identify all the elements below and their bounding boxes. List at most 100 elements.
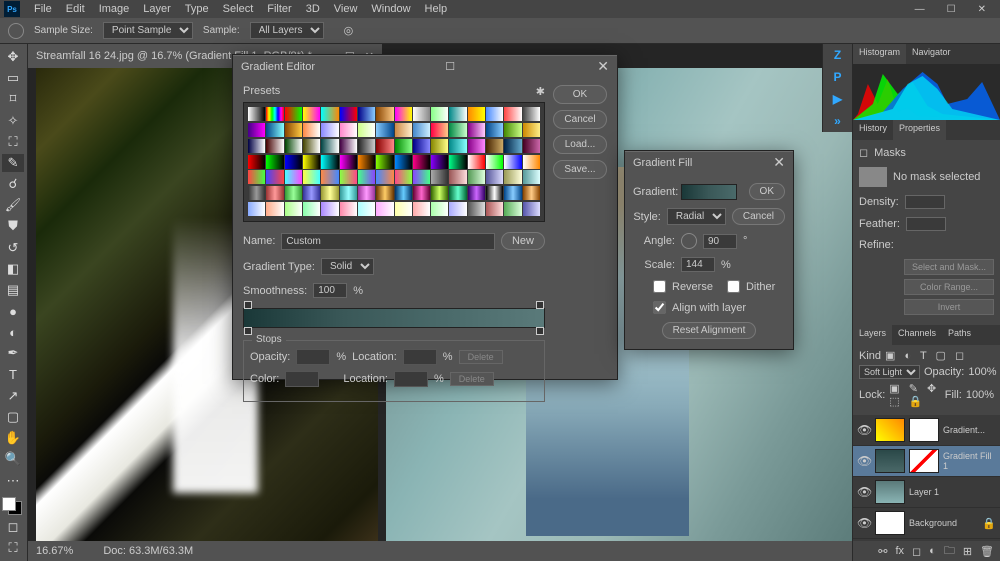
angle-input[interactable] <box>703 234 737 249</box>
reverse-checkbox[interactable] <box>653 280 666 293</box>
preset-swatch[interactable] <box>431 139 448 153</box>
preset-swatch[interactable] <box>285 186 302 200</box>
preset-swatch[interactable] <box>504 202 521 216</box>
visibility-icon[interactable]: 👁 <box>857 423 871 437</box>
tab-properties[interactable]: Properties <box>893 120 946 140</box>
invert-button[interactable]: Invert <box>904 299 994 315</box>
preset-swatch[interactable] <box>358 202 375 216</box>
stop-location-input2[interactable] <box>394 371 428 387</box>
fill-value[interactable]: 100% <box>966 389 994 401</box>
preset-swatch[interactable] <box>468 123 485 137</box>
preset-swatch[interactable] <box>321 155 338 169</box>
preset-swatch[interactable] <box>504 170 521 184</box>
opacity-stop[interactable] <box>536 301 544 309</box>
lock-icons[interactable]: ▣ ✎ ✥ ⬚ 🔒 <box>889 382 940 408</box>
delete-opacity-stop-button[interactable]: Delete <box>459 350 503 364</box>
scale-input[interactable] <box>681 257 715 272</box>
angle-dial-icon[interactable] <box>681 233 697 249</box>
preset-swatch[interactable] <box>523 107 540 121</box>
blur-tool[interactable]: ● <box>2 302 24 320</box>
window-restore-icon[interactable]: ☐ <box>445 60 455 73</box>
close-icon[interactable]: ✕ <box>972 2 992 17</box>
cancel-button[interactable]: Cancel <box>553 110 607 129</box>
layer-name[interactable]: Layer 1 <box>909 487 996 497</box>
preset-swatch[interactable] <box>248 123 265 137</box>
preset-swatch[interactable] <box>376 123 393 137</box>
density-field[interactable] <box>905 195 945 209</box>
preset-swatch[interactable] <box>376 170 393 184</box>
preset-swatch[interactable] <box>376 186 393 200</box>
save-button[interactable]: Save... <box>553 160 607 179</box>
preset-swatch[interactable] <box>395 107 412 121</box>
collapsed-tab-p[interactable]: P <box>823 66 852 88</box>
preset-swatch[interactable] <box>321 170 338 184</box>
stop-color-input[interactable] <box>285 371 319 387</box>
preset-swatch[interactable] <box>303 186 320 200</box>
preset-swatch[interactable] <box>413 123 430 137</box>
dialog-titlebar[interactable]: Gradient Editor ☐ ✕ <box>233 55 617 77</box>
preset-swatch[interactable] <box>486 139 503 153</box>
tab-paths[interactable]: Paths <box>942 325 977 345</box>
preset-swatch[interactable] <box>340 170 357 184</box>
menu-image[interactable]: Image <box>93 1 136 17</box>
color-stop[interactable] <box>244 327 252 335</box>
lasso-tool[interactable]: ⌑ <box>2 90 24 108</box>
feather-field[interactable] <box>906 217 946 231</box>
preset-swatch[interactable] <box>266 155 283 169</box>
menu-view[interactable]: View <box>328 1 364 17</box>
tab-histogram[interactable]: Histogram <box>853 44 906 64</box>
preset-swatch[interactable] <box>358 186 375 200</box>
layer-thumb[interactable] <box>875 449 905 473</box>
menu-window[interactable]: Window <box>365 1 416 17</box>
group-icon[interactable]: 🗀 <box>944 542 955 561</box>
preset-swatch[interactable] <box>504 186 521 200</box>
preset-swatch[interactable] <box>285 107 302 121</box>
eyedropper-tool-icon[interactable] <box>8 23 24 39</box>
visibility-icon[interactable]: 👁 <box>857 454 871 468</box>
type-tool[interactable]: T <box>2 366 24 384</box>
mask-thumb[interactable] <box>909 418 939 442</box>
link-icon[interactable]: ⚯ <box>878 545 887 558</box>
layer-row[interactable]: 👁 Background 🔒 <box>853 508 1000 539</box>
align-checkbox[interactable] <box>653 301 666 314</box>
stamp-tool[interactable]: ⛊ <box>2 217 24 235</box>
preset-swatch[interactable] <box>303 155 320 169</box>
blend-mode-select[interactable]: Soft Light <box>859 365 920 379</box>
preset-swatch[interactable] <box>376 202 393 216</box>
trash-icon[interactable]: 🗑 <box>980 545 994 558</box>
menu-layer[interactable]: Layer <box>137 1 177 17</box>
minimize-icon[interactable]: — <box>909 2 931 17</box>
preset-swatch[interactable] <box>523 155 540 169</box>
preset-swatch[interactable] <box>486 186 503 200</box>
menu-help[interactable]: Help <box>419 1 454 17</box>
preset-swatch[interactable] <box>486 123 503 137</box>
preset-swatch[interactable] <box>285 170 302 184</box>
gradient-tool[interactable]: ▤ <box>2 281 24 299</box>
preset-swatch[interactable] <box>248 155 265 169</box>
preset-swatch[interactable] <box>285 155 302 169</box>
preset-swatch[interactable] <box>340 123 357 137</box>
preset-swatch[interactable] <box>468 155 485 169</box>
color-range-button[interactable]: Color Range... <box>904 279 994 295</box>
preset-swatch[interactable] <box>340 107 357 121</box>
preset-swatch[interactable] <box>449 139 466 153</box>
maximize-icon[interactable]: ☐ <box>941 2 962 17</box>
preset-swatch[interactable] <box>340 139 357 153</box>
preset-swatch[interactable] <box>376 139 393 153</box>
preset-swatch[interactable] <box>285 202 302 216</box>
dodge-tool[interactable]: ◐ <box>2 323 24 341</box>
preset-swatch[interactable] <box>486 170 503 184</box>
gradient-type-select[interactable]: Solid <box>321 258 374 275</box>
dialog-titlebar[interactable]: Gradient Fill ✕ <box>625 151 793 173</box>
preset-swatch[interactable] <box>248 202 265 216</box>
preset-swatch[interactable] <box>248 186 265 200</box>
preset-swatch[interactable] <box>431 123 448 137</box>
preset-swatch[interactable] <box>449 123 466 137</box>
color-swatches[interactable] <box>2 497 22 515</box>
screenmode-tool[interactable]: ⛶ <box>2 539 24 557</box>
crop-tool[interactable]: ⛶ <box>2 133 24 151</box>
delete-color-stop-button[interactable]: Delete <box>450 372 494 386</box>
preset-swatch[interactable] <box>413 202 430 216</box>
collapsed-tab-z[interactable]: Z <box>823 44 852 66</box>
visibility-icon[interactable]: 👁 <box>857 516 871 530</box>
